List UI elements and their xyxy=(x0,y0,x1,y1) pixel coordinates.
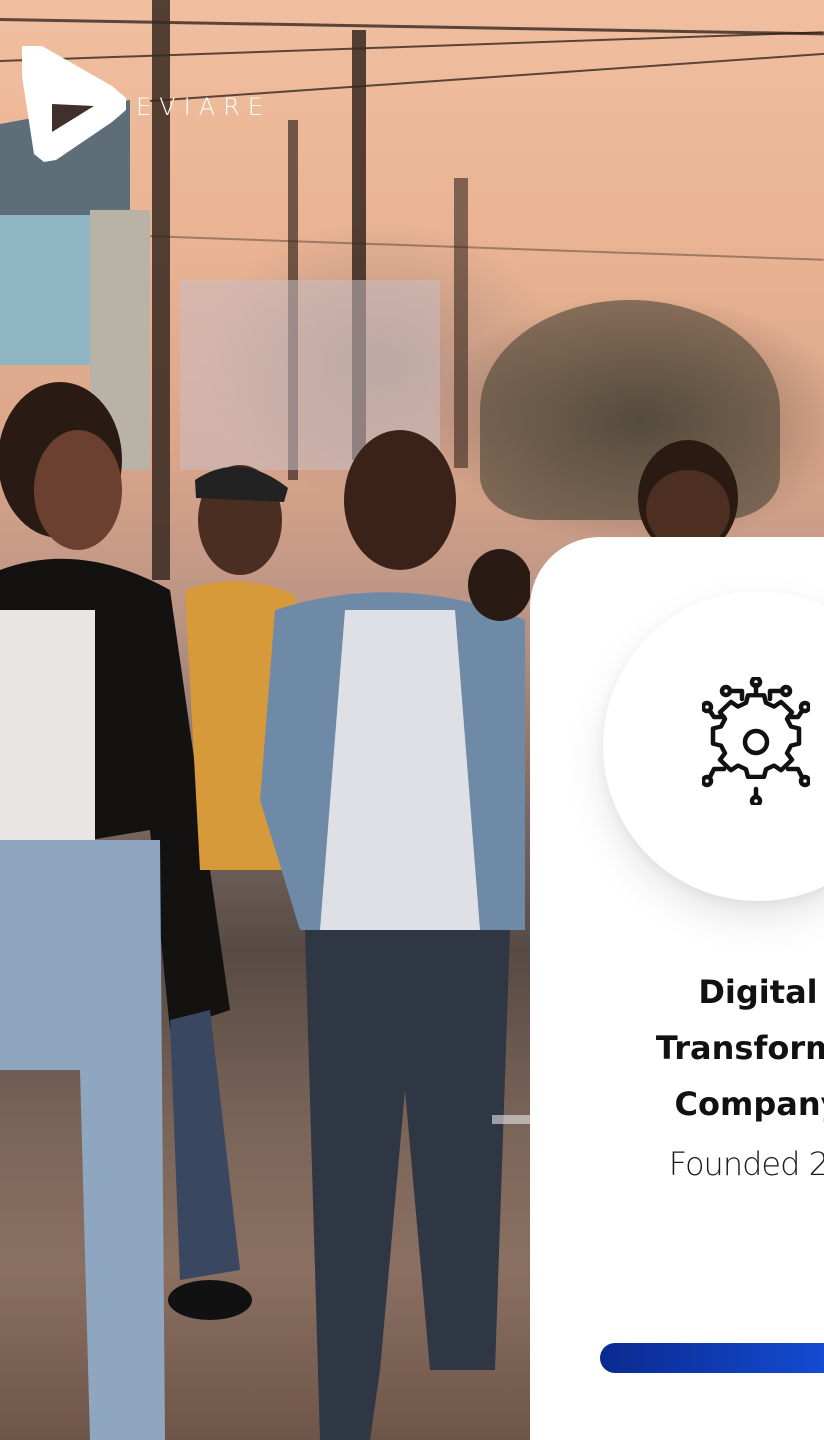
info-card: Digital Transforma Company Founded 20 xyxy=(530,537,824,1440)
card-title: Digital Transforma Company xyxy=(530,964,824,1132)
page: EVIARE Digital Transform Compan Founded … xyxy=(0,0,824,1440)
accent-bar xyxy=(600,1343,824,1373)
card-title-line: Transforma xyxy=(655,1029,824,1067)
brand-logo[interactable]: EVIARE xyxy=(22,46,271,164)
power-line xyxy=(0,18,824,36)
logo-mark-icon xyxy=(22,46,126,162)
person-background xyxy=(638,440,738,540)
house-wall xyxy=(0,215,90,365)
people-walking-illustration xyxy=(0,382,530,1440)
card-title-line: Digital xyxy=(698,973,818,1011)
card-subtitle: Founded 20 xyxy=(668,1145,824,1183)
gear-circuit-icon xyxy=(702,677,810,805)
card-title-line: Company xyxy=(674,1085,824,1123)
logo-text: EVIARE xyxy=(136,93,271,121)
